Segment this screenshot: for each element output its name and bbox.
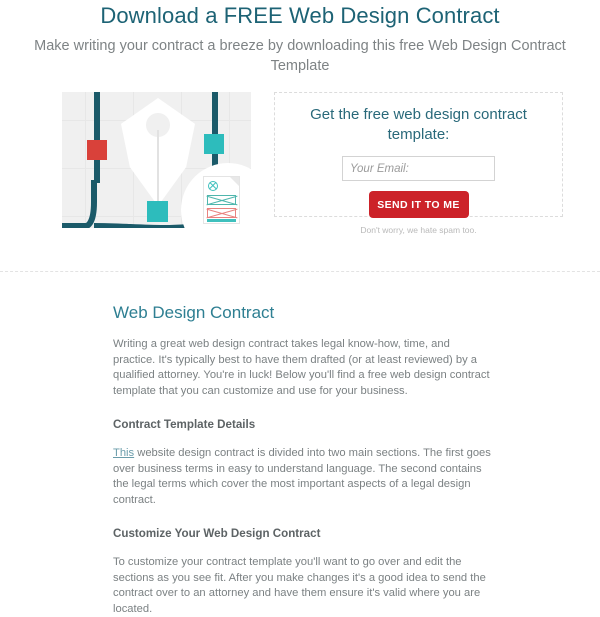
- hero-section: Download a FREE Web Design Contract Make…: [0, 0, 600, 235]
- article-heading-contract-template-details: Contract Template Details: [113, 418, 256, 431]
- article-section: Web Design Contract Writing a great web …: [0, 272, 491, 617]
- article-paragraph-body: website design contract is divided into …: [113, 447, 491, 506]
- signup-form-card: Get the free web design contract templat…: [274, 92, 563, 235]
- document-placeholder-box-teal: [206, 195, 238, 206]
- illustration-wrapper: [62, 92, 257, 228]
- hero-body: Get the free web design contract templat…: [0, 76, 600, 235]
- document-seal-icon: [208, 181, 218, 191]
- bezier-handle-red[interactable]: [87, 140, 107, 160]
- document-placeholder-box-red: [206, 208, 238, 219]
- document-fold-corner: [230, 177, 239, 186]
- this-inline-link[interactable]: This: [113, 447, 134, 459]
- send-it-to-me-button[interactable]: SEND IT TO ME: [368, 191, 469, 218]
- article-heading-customize-your-web-design-contract: Customize Your Web Design Contract: [113, 527, 321, 540]
- document-footer-bar: [207, 219, 236, 222]
- bezier-handle-teal-bottom[interactable]: [147, 201, 168, 222]
- form-heading: Get the free web design contract templat…: [310, 106, 527, 143]
- spam-disclaimer: Don't worry, we hate spam too.: [360, 225, 477, 235]
- contract-document-icon: [204, 177, 239, 223]
- bezier-handle-teal-right[interactable]: [204, 134, 224, 154]
- article-intro-paragraph: Writing a great web design contract take…: [113, 338, 490, 397]
- pen-nib-illustration: [62, 92, 251, 228]
- page-subtitle: Make writing your contract a breeze by d…: [34, 38, 566, 74]
- article-paragraph-customize: To customize your contract template you'…: [113, 556, 486, 615]
- article-title: Web Design Contract: [113, 303, 275, 322]
- bezier-handle-line-left: [94, 92, 100, 183]
- magnifier-circle: [181, 163, 251, 228]
- email-input[interactable]: [342, 156, 495, 181]
- page-title: Download a FREE Web Design Contract: [100, 3, 500, 28]
- article-paragraph-contract-template-details: This website design contract is divided …: [113, 446, 491, 508]
